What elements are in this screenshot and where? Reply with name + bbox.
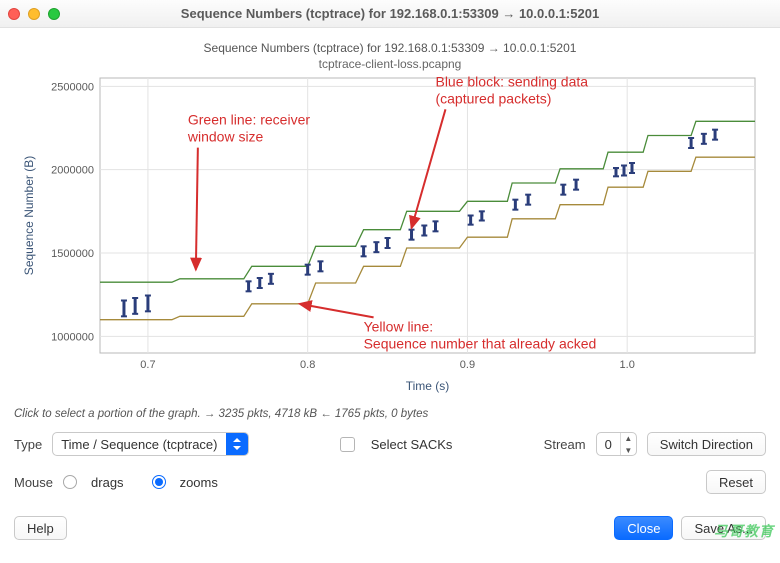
svg-text:2000000: 2000000 (51, 165, 94, 177)
type-label: Type (14, 437, 42, 452)
svg-text:2500000: 2500000 (51, 81, 94, 93)
stream-label: Stream (544, 437, 586, 452)
window-title: Sequence Numbers (tcptrace) for 192.168.… (0, 6, 780, 21)
svg-text:Sequence Numbers (tcptrace) fo: Sequence Numbers (tcptrace) for 192.168.… (204, 41, 577, 55)
svg-text:window size: window size (187, 129, 264, 145)
controls-panel: Type Time / Sequence (tcptrace) Select S… (0, 430, 780, 516)
stream-value: 0 (597, 437, 620, 452)
svg-text:1.0: 1.0 (620, 359, 635, 371)
watermark: 马哥教育 (714, 521, 774, 541)
mouse-zooms-radio[interactable] (152, 475, 166, 489)
reset-button[interactable]: Reset (706, 470, 766, 494)
bottom-row: Help Close Save As... (0, 516, 780, 552)
switch-direction-label: Switch Direction (660, 437, 753, 452)
titlebar: Sequence Numbers (tcptrace) for 192.168.… (0, 0, 780, 28)
stream-stepper[interactable]: 0 ▲▼ (596, 432, 637, 456)
close-label: Close (627, 521, 660, 536)
mouse-zooms-label: zooms (180, 475, 218, 490)
svg-text:0.9: 0.9 (460, 359, 475, 371)
svg-text:(captured packets): (captured packets) (435, 90, 551, 106)
svg-text:0.8: 0.8 (300, 359, 315, 371)
help-button[interactable]: Help (14, 516, 67, 540)
chart-area[interactable]: Sequence Numbers (tcptrace) for 192.168.… (0, 28, 780, 402)
svg-text:Time (s): Time (s) (406, 379, 450, 393)
switch-direction-button[interactable]: Switch Direction (647, 432, 766, 456)
reset-label: Reset (719, 475, 753, 490)
svg-text:Sequence Number (B): Sequence Number (B) (22, 156, 36, 275)
close-button[interactable]: Close (614, 516, 673, 540)
caret-updown-icon (226, 432, 248, 456)
mouse-label: Mouse (14, 475, 53, 490)
status-line: Click to select a portion of the graph. … (0, 402, 780, 430)
svg-text:Green line: receiver: Green line: receiver (188, 112, 311, 128)
type-select-value: Time / Sequence (tcptrace) (53, 437, 225, 452)
svg-text:tcptrace-client-loss.pcapng: tcptrace-client-loss.pcapng (319, 57, 462, 71)
svg-text:Blue block: sending data: Blue block: sending data (435, 73, 588, 89)
svg-text:0.7: 0.7 (140, 359, 155, 371)
select-sacks-checkbox[interactable] (340, 437, 355, 452)
svg-text:Yellow line:: Yellow line: (364, 318, 434, 334)
mouse-drags-radio[interactable] (63, 475, 77, 489)
svg-text:Sequence number that already a: Sequence number that already acked (364, 335, 597, 351)
mouse-drags-label: drags (91, 475, 124, 490)
help-label: Help (27, 521, 54, 536)
svg-text:1500000: 1500000 (51, 248, 94, 260)
stepper-arrows-icon: ▲▼ (620, 432, 636, 456)
svg-text:1000000: 1000000 (51, 331, 94, 343)
type-select[interactable]: Time / Sequence (tcptrace) (52, 432, 248, 456)
sequence-chart[interactable]: Sequence Numbers (tcptrace) for 192.168.… (15, 38, 765, 398)
select-sacks-label: Select SACKs (371, 437, 453, 452)
